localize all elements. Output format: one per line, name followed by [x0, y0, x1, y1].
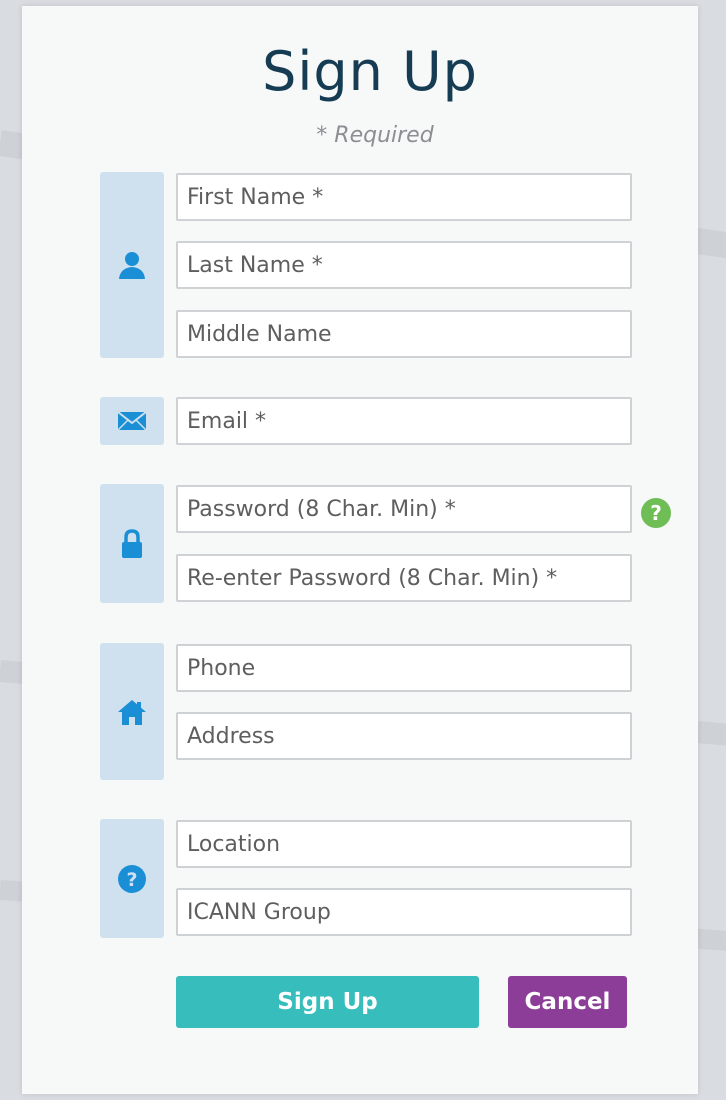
password-group-icon-block [100, 484, 164, 603]
lock-icon [120, 528, 144, 559]
phone-field[interactable] [176, 644, 632, 692]
signup-button[interactable]: Sign Up [176, 976, 479, 1028]
email-field[interactable] [176, 397, 632, 445]
cancel-button[interactable]: Cancel [508, 976, 627, 1028]
password-field[interactable] [176, 485, 632, 533]
home-icon [117, 698, 147, 726]
address-field[interactable] [176, 712, 632, 760]
envelope-icon [117, 411, 147, 431]
last-name-field[interactable] [176, 241, 632, 289]
question-circle-icon: ? [117, 864, 147, 894]
first-name-field[interactable] [176, 173, 632, 221]
required-note: * Required [316, 123, 434, 148]
location-field[interactable] [176, 820, 632, 868]
password-help-icon[interactable]: ? [641, 498, 671, 528]
page-title: Sign Up [262, 40, 478, 103]
middle-name-field[interactable] [176, 310, 632, 358]
other-group-icon-block: ? [100, 819, 164, 938]
svg-text:?: ? [126, 869, 137, 891]
contact-group-icon-block [100, 643, 164, 780]
icann-group-field[interactable] [176, 888, 632, 936]
email-group-icon-block [100, 397, 164, 445]
reenter-password-field[interactable] [176, 554, 632, 602]
user-icon [117, 250, 147, 280]
name-group-icon-block [100, 172, 164, 358]
